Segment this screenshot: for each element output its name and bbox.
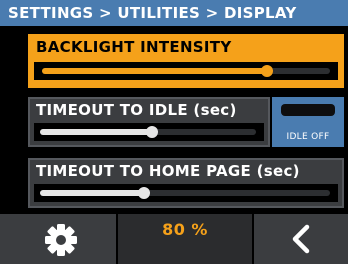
backlight-value: 80 % [162,220,208,239]
timeout-home-panel[interactable]: TIMEOUT TO HOME PAGE (sec) [28,158,344,208]
idle-indicator [281,104,335,116]
backlight-slider-fill [42,68,267,74]
timeout-home-slider-handle[interactable] [138,187,150,199]
timeout-home-slider[interactable] [40,187,330,199]
value-display: 80 % [118,214,252,264]
backlight-slider-handle[interactable] [261,65,273,77]
display-settings-screen: SETTINGS > UTILITIES > DISPLAY BACKLIGHT… [0,0,348,264]
settings-button[interactable] [0,214,116,264]
timeout-idle-label: TIMEOUT TO IDLE (sec) [36,101,237,119]
timeout-idle-slider[interactable] [40,126,256,138]
timeout-home-slider-fill [40,190,144,196]
back-button[interactable] [254,214,348,264]
timeout-idle-slider-handle[interactable] [146,126,158,138]
chevron-left-icon [292,224,310,254]
backlight-slider[interactable] [42,65,330,77]
timeout-idle-panel[interactable]: TIMEOUT TO IDLE (sec) [28,97,270,147]
footer-bar: 80 % [0,214,348,264]
timeout-idle-slider-fill [40,129,152,135]
gear-icon [45,224,77,256]
idle-off-label: IDLE OFF [286,132,330,142]
breadcrumb: SETTINGS > UTILITIES > DISPLAY [0,0,348,26]
backlight-intensity-label: BACKLIGHT INTENSITY [36,38,232,56]
timeout-home-label: TIMEOUT TO HOME PAGE (sec) [36,162,300,180]
idle-off-toggle[interactable]: IDLE OFF [272,97,344,147]
backlight-intensity-panel[interactable]: BACKLIGHT INTENSITY [28,34,344,88]
